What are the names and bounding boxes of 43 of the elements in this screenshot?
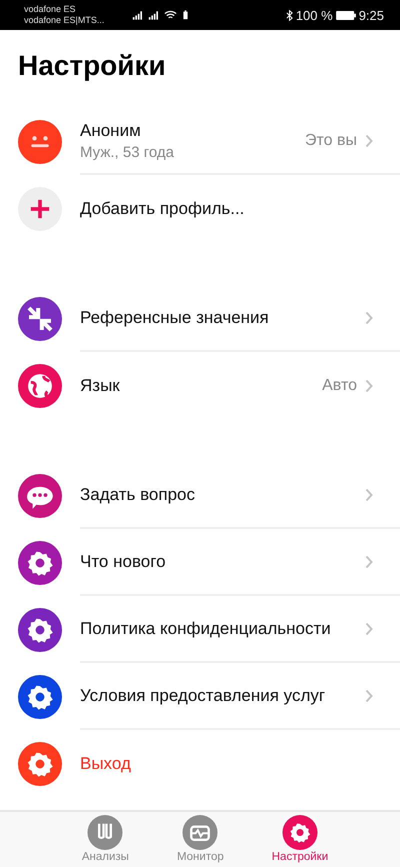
chevron-icon bbox=[365, 554, 373, 568]
wifi-icon bbox=[164, 10, 177, 20]
item-label: Условия предоставления услуг bbox=[80, 686, 326, 706]
settings-item[interactable]: Задать вопрос bbox=[0, 462, 400, 529]
signal-icon bbox=[132, 10, 142, 20]
item-subtitle: Муж., 53 года bbox=[80, 144, 175, 160]
battery-icon bbox=[336, 10, 356, 20]
chevron-icon bbox=[365, 310, 373, 324]
item-value: Авто bbox=[322, 376, 357, 394]
settings-item[interactable]: Условия предоставления услуг bbox=[0, 663, 400, 730]
bluetooth-icon bbox=[286, 10, 293, 20]
chevron-icon bbox=[365, 134, 373, 148]
chevron-icon bbox=[365, 622, 373, 636]
carrier-name: vodafone ES|MTS... bbox=[24, 15, 106, 26]
item-label: Задать вопрос bbox=[80, 484, 196, 504]
chevron-icon bbox=[365, 378, 373, 392]
chevron-icon bbox=[365, 488, 373, 502]
chevron-icon bbox=[365, 688, 373, 702]
item-label: Аноним bbox=[80, 120, 142, 140]
settings-item[interactable]: Политика конфиденциальности bbox=[0, 596, 400, 663]
clock: 9:25 bbox=[358, 8, 384, 22]
settings-item[interactable]: Выход bbox=[0, 730, 400, 797]
carrier-name: vodafone ES bbox=[24, 4, 77, 15]
signal-icon bbox=[148, 10, 158, 20]
item-label: Политика конфиденциальности bbox=[80, 618, 332, 638]
item-label: Выход bbox=[80, 754, 132, 774]
tab[interactable]: Настройки bbox=[268, 812, 332, 867]
item-label: Добавить профиль... bbox=[80, 198, 246, 218]
page-title: Настройки bbox=[18, 49, 167, 83]
item-label: Язык bbox=[80, 376, 121, 396]
item-label: Что нового bbox=[80, 552, 167, 572]
item-value: Это вы bbox=[305, 132, 357, 150]
test-tubes-icon bbox=[87, 815, 124, 850]
settings-item[interactable]: Язык Авто bbox=[0, 352, 400, 419]
settings-item[interactable]: Добавить профиль... bbox=[0, 175, 400, 242]
settings-item[interactable]: Референсные значения bbox=[0, 285, 400, 352]
settings-item[interactable]: Что нового bbox=[0, 529, 400, 596]
battery-percent: 100 % bbox=[296, 8, 333, 22]
pulse-monitor-icon bbox=[182, 815, 218, 850]
item-label: Референсные значения bbox=[80, 308, 270, 328]
battery-icon bbox=[183, 10, 188, 20]
settings-item[interactable]: Аноним Муж., 53 года Это вы bbox=[0, 108, 400, 175]
gear-icon bbox=[282, 815, 318, 850]
